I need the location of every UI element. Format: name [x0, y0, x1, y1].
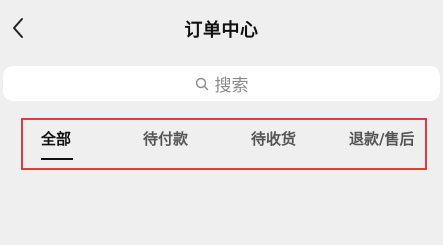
tab-refund-after-sale[interactable]: 退款/售后: [349, 128, 414, 149]
tab-pending-payment[interactable]: 待付款: [143, 128, 188, 149]
active-tab-indicator: [41, 158, 73, 160]
top-bar: 订单中心: [0, 0, 443, 58]
search-icon: [195, 77, 209, 91]
tab-all[interactable]: 全部: [41, 128, 71, 149]
page-title: 订单中心: [184, 20, 259, 41]
search-placeholder: 搜索: [214, 76, 249, 96]
tab-pending-receipt[interactable]: 待收货: [251, 128, 296, 149]
search-bar[interactable]: 搜索: [3, 66, 440, 101]
order-status-tabs: 全部 待付款 待收货 退款/售后: [21, 118, 427, 170]
